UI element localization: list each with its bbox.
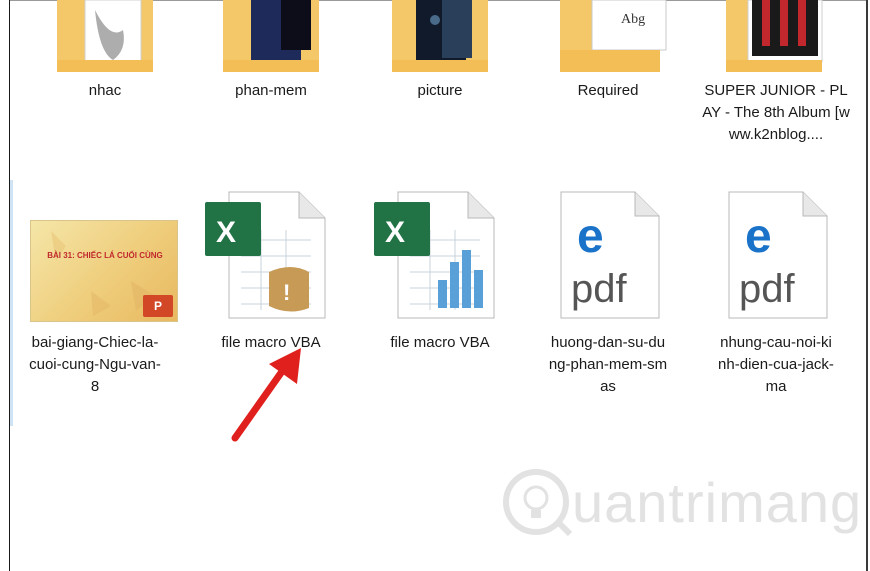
watermark-text: uantrimang	[572, 471, 863, 534]
pdf-text: pdf	[739, 267, 795, 311]
file-label: file macro VBA	[390, 334, 490, 351]
folder-item-phan-mem[interactable]: phan-mem	[196, 0, 346, 130]
folder-icon	[560, 0, 667, 72]
folder-icon	[223, 0, 319, 72]
svg-text:!: !	[283, 280, 290, 305]
folder-label: SUPER JUNIOR - PLAY - The 8th Album [www…	[702, 82, 850, 143]
thumbnail-text: Abg	[621, 12, 646, 27]
folder-item-required[interactable]: Abg Required	[533, 0, 683, 130]
folder-icon	[392, 0, 488, 72]
watermark: uantrimang	[500, 462, 861, 542]
red-arrow-annotation	[231, 348, 301, 442]
svg-text:X: X	[216, 216, 236, 249]
file-label: huong-dan-su-dung-phan-mem-smas	[548, 334, 668, 395]
file-label: bai-giang-Chiec-la-cuoi-cung-Ngu-van-8	[29, 334, 161, 395]
powerpoint-icon: P	[143, 295, 173, 317]
folder-label: Required	[577, 82, 639, 99]
slide-thumbnail: BÀI 31: CHIẾC LÁ CUỐI CÙNG P	[30, 220, 178, 322]
svg-text:e: e	[745, 210, 772, 263]
file-item-excel[interactable]: X file macro VBA	[365, 190, 515, 390]
folder-item-picture[interactable]: picture	[365, 0, 515, 130]
lightbulb-logo-icon	[503, 469, 572, 537]
svg-text:e: e	[577, 210, 604, 263]
file-item-pdf-jack-ma[interactable]: e pdf nhung-cau-noi-kinh-dien-cua-jack-m…	[701, 190, 851, 395]
folder-label: nhac	[88, 82, 122, 99]
folder-label: picture	[417, 82, 463, 99]
folder-item-nhac[interactable]: nhac	[30, 0, 180, 130]
selection-edge	[10, 180, 13, 426]
folder-icon	[57, 0, 153, 72]
window-right-border	[866, 0, 868, 571]
folder-item-super-junior[interactable]: SUPER JUNIOR - PLAY - The 8th Album [www…	[701, 0, 851, 180]
edge-pdf-icon: e pdf	[728, 191, 828, 319]
folder-icon	[726, 0, 823, 72]
svg-text:X: X	[385, 216, 405, 249]
pdf-text: pdf	[571, 267, 627, 311]
excel-icon: X	[374, 191, 495, 319]
file-item-bai-giang[interactable]: BÀI 31: CHIẾC LÁ CUỐI CÙNG P bai-giang-C…	[20, 190, 178, 410]
file-label: nhung-cau-noi-kinh-dien-cua-jack-ma	[718, 334, 834, 395]
excel-macro-icon: X !	[205, 191, 326, 319]
file-item-pdf-smas[interactable]: e pdf huong-dan-su-dung-phan-mem-smas	[533, 190, 683, 410]
slide-title: BÀI 31: CHIẾC LÁ CUỐI CÙNG	[47, 251, 163, 260]
folder-label: phan-mem	[235, 82, 307, 99]
edge-pdf-icon: e pdf	[560, 191, 660, 319]
